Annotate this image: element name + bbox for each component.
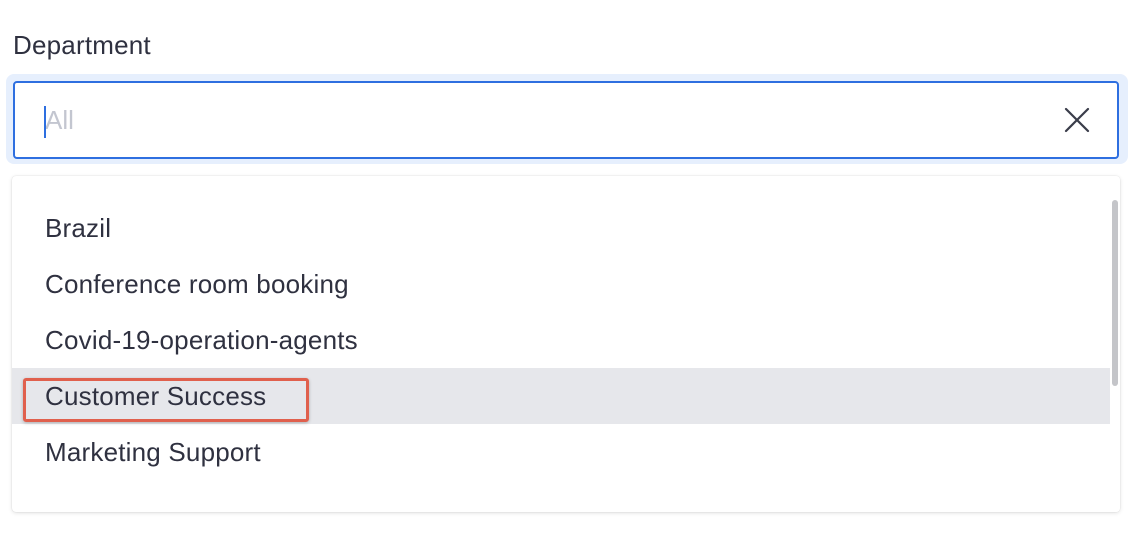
option-label: Brazil xyxy=(45,213,112,243)
option-conference-room-booking[interactable]: Conference room booking xyxy=(12,256,1112,312)
option-customer-success[interactable]: Customer Success xyxy=(12,368,1112,424)
dropdown-scrollbar[interactable] xyxy=(1110,176,1120,512)
text-caret xyxy=(44,106,46,138)
option-covid-19-operation-agents[interactable]: Covid-19-operation-agents xyxy=(12,312,1112,368)
option-label: Customer Success xyxy=(22,368,310,424)
clear-button[interactable] xyxy=(1059,102,1095,138)
option-label: Conference room booking xyxy=(45,269,349,299)
department-search-input[interactable] xyxy=(45,97,1005,143)
option-label: Marketing Support xyxy=(45,437,261,467)
department-dropdown-menu: Brazil Conference room booking Covid-19-… xyxy=(12,176,1120,512)
option-marketing-support[interactable]: Marketing Support xyxy=(12,424,1112,480)
department-select[interactable] xyxy=(13,81,1119,159)
options-list: Brazil Conference room booking Covid-19-… xyxy=(12,200,1112,480)
option-label: Covid-19-operation-agents xyxy=(45,325,358,355)
close-icon xyxy=(1064,107,1090,133)
option-brazil[interactable]: Brazil xyxy=(12,200,1112,256)
field-label: Department xyxy=(13,30,151,60)
scrollbar-thumb[interactable] xyxy=(1112,200,1118,386)
